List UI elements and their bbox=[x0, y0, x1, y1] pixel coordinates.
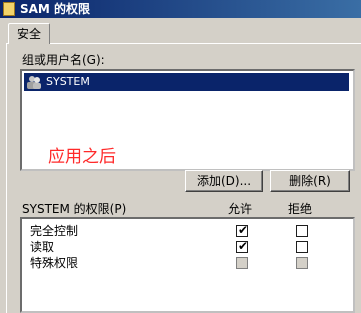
allow-checkbox-special[interactable] bbox=[236, 257, 248, 269]
title-bar[interactable]: SAM 的权限 bbox=[0, 0, 361, 18]
allow-header: 允许 bbox=[228, 202, 253, 216]
deny-checkbox-full-control[interactable] bbox=[296, 225, 308, 237]
tab-security[interactable]: 安全 bbox=[8, 23, 50, 44]
allow-checkbox-full-control[interactable]: ✔ bbox=[236, 223, 249, 237]
deny-checkbox-special[interactable] bbox=[296, 257, 308, 269]
list-item-system[interactable]: SYSTEM bbox=[24, 73, 349, 91]
remove-button[interactable]: 删除(R) bbox=[270, 170, 350, 192]
permissions-list: 完全控制 读取 特殊权限 ✔ ✔ bbox=[20, 217, 355, 313]
checkmark-icon: ✔ bbox=[237, 223, 249, 237]
groups-label: 组或用户名(G): bbox=[22, 53, 105, 67]
deny-checkbox-read[interactable] bbox=[296, 241, 308, 253]
folder-icon bbox=[3, 2, 15, 16]
perm-label-full-control: 完全控制 bbox=[30, 224, 79, 238]
perm-label-special: 特殊权限 bbox=[30, 256, 79, 270]
user-group-icon bbox=[27, 76, 41, 89]
group-user-list[interactable]: SYSTEM 应用之后 bbox=[20, 69, 355, 171]
add-button[interactable]: 添加(D)... bbox=[185, 170, 263, 192]
allow-checkbox-read[interactable]: ✔ bbox=[236, 239, 249, 253]
window-title: SAM 的权限 bbox=[20, 2, 91, 16]
deny-header: 拒绝 bbox=[288, 202, 313, 216]
perm-label-read: 读取 bbox=[30, 240, 55, 254]
annotation-text: 应用之后 bbox=[48, 147, 116, 167]
checkmark-icon: ✔ bbox=[237, 239, 249, 253]
permissions-title: SYSTEM 的权限(P) bbox=[22, 202, 127, 216]
list-item-label: SYSTEM bbox=[46, 75, 90, 88]
